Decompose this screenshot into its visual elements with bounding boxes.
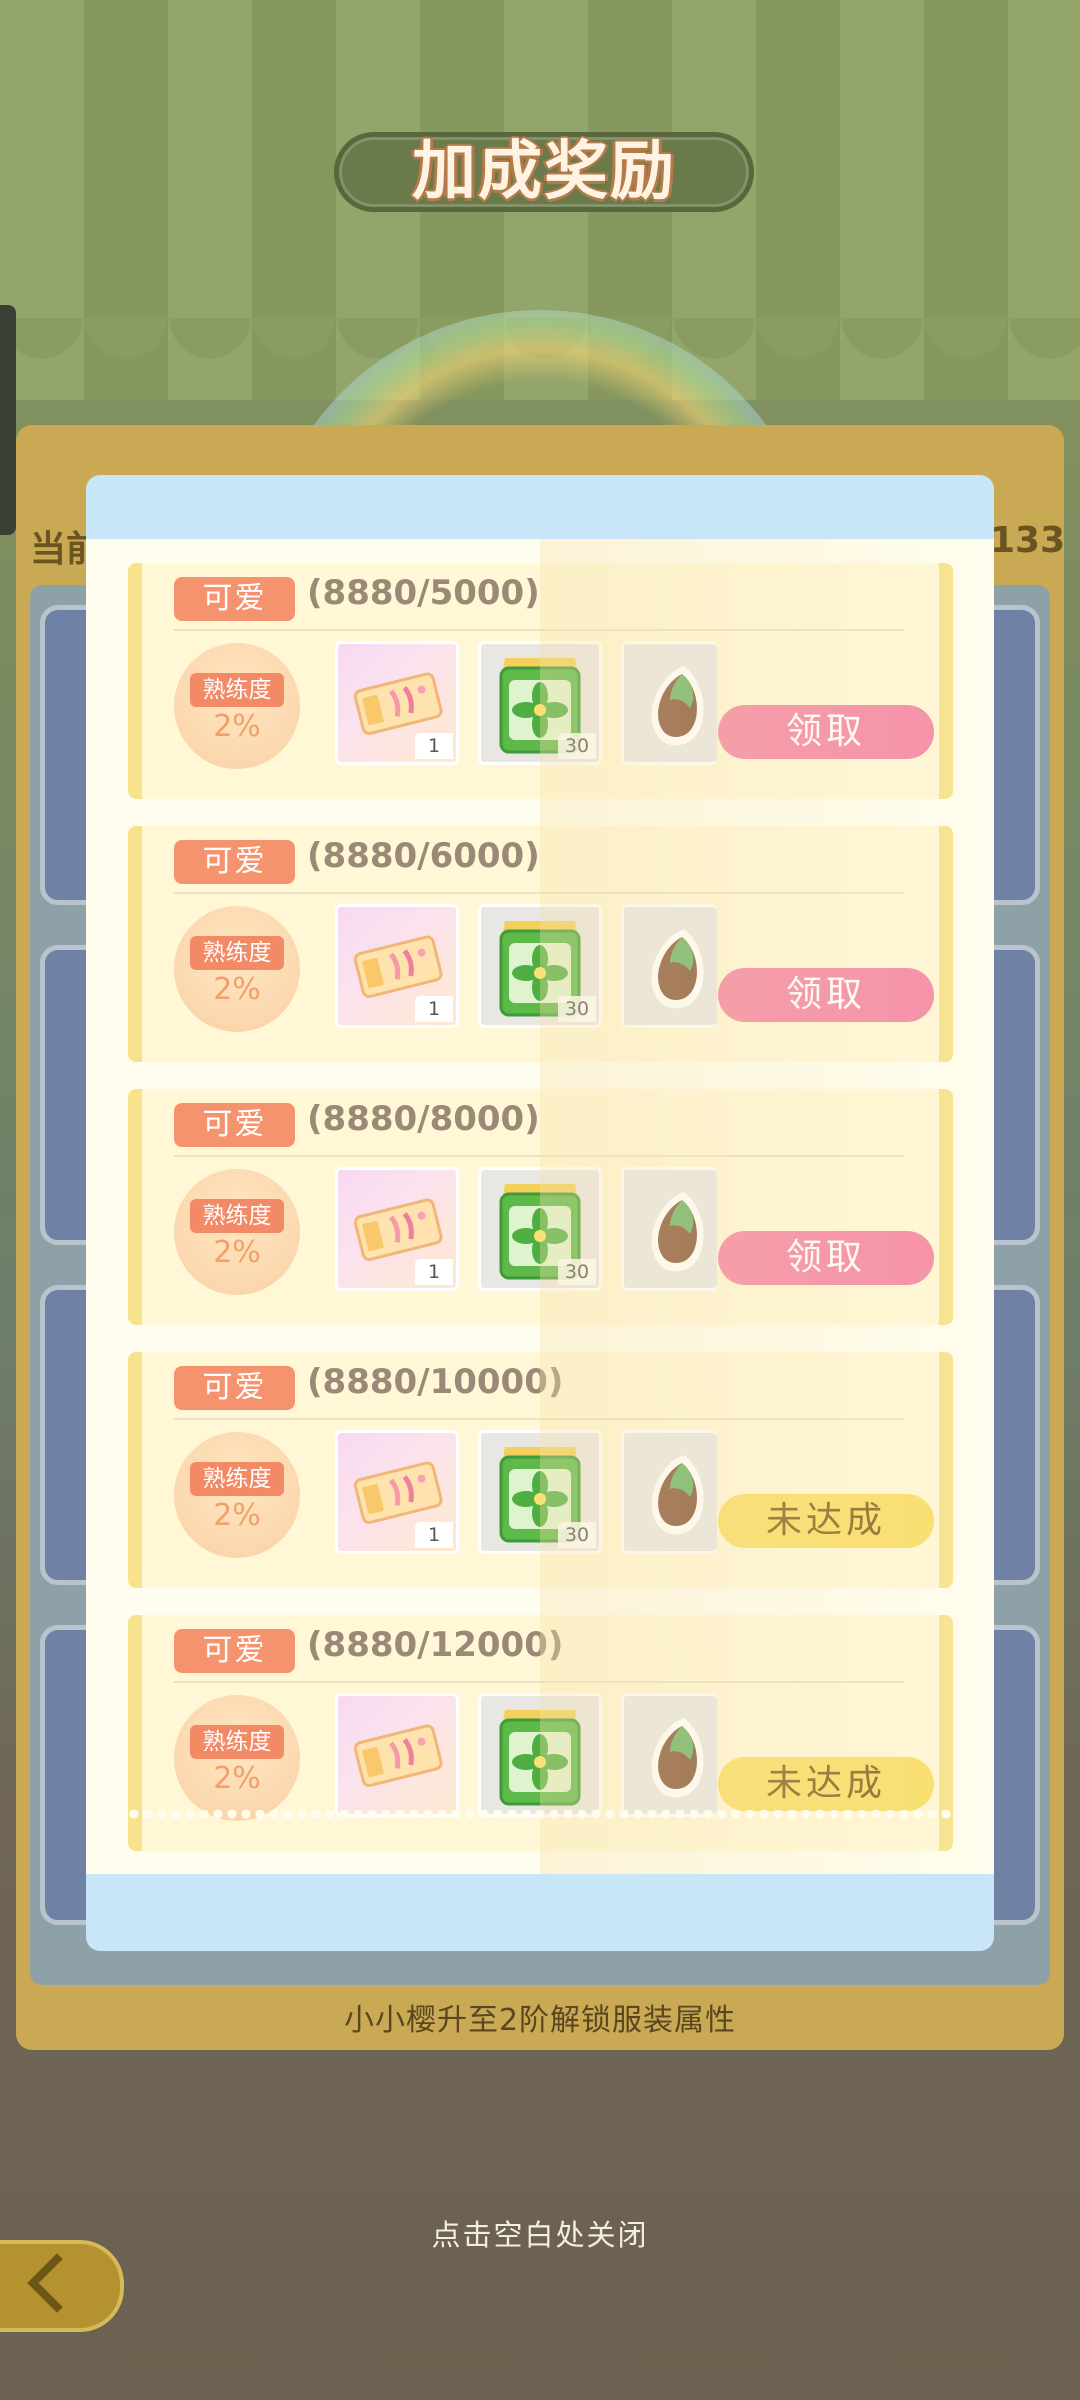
proficiency-value: 2% [213,1235,261,1270]
reward-item-sprout-seed[interactable] [621,641,717,765]
proficiency-label: 熟练度 [190,673,284,707]
item-count: 30 [558,996,596,1022]
side-drawer-handle[interactable] [0,305,16,535]
attribute-tag: 可爱 [174,840,295,884]
proficiency-label: 熟练度 [190,1462,284,1496]
sprout-seed-icon [651,666,704,746]
reward-card: 可爱 (8880/6000) 熟练度 2% 1 30 领取 [128,826,953,1062]
reward-progress: (8880/5000) [307,573,540,613]
background-right-number: 133 [990,520,1066,561]
reward-item-sprout-seed[interactable] [621,1430,717,1554]
back-arrow-icon [27,2253,87,2313]
not-achieved-button[interactable]: 未达成 [718,1757,934,1811]
modal-body: 可爱 (8880/5000) 熟练度 2% 1 30 领取 可爱 (8880/6… [86,539,994,1874]
modal-bottom-edge [86,1810,994,1820]
item-count: 1 [415,1259,453,1285]
reward-item-ticket[interactable]: 1 [335,1167,459,1291]
not-achieved-button[interactable]: 未达成 [718,1494,934,1548]
claim-button[interactable]: 领取 [718,968,934,1022]
reward-item-seed-packet[interactable]: 30 [478,1167,602,1291]
reward-item-ticket[interactable] [335,1693,459,1817]
divider [174,1681,904,1683]
proficiency-value: 2% [213,1761,261,1796]
reward-item-seed-packet[interactable]: 30 [478,1430,602,1554]
proficiency-label: 熟练度 [190,1725,284,1759]
attribute-tag: 可爱 [174,1629,295,1673]
seed-packet-icon [499,1710,581,1806]
proficiency-value: 2% [213,972,261,1007]
reward-item-sprout-seed[interactable] [621,904,717,1028]
attribute-tag: 可爱 [174,1366,295,1410]
attribute-tag: 可爱 [174,577,295,621]
reward-item-seed-packet[interactable]: 30 [478,641,602,765]
proficiency-badge: 熟练度 2% [174,1169,300,1295]
divider [174,1155,904,1157]
attribute-tag: 可爱 [174,1103,295,1147]
reward-item-sprout-seed[interactable] [621,1693,717,1817]
claim-button[interactable]: 领取 [718,1231,934,1285]
divider [174,892,904,894]
reward-list[interactable]: 可爱 (8880/5000) 熟练度 2% 1 30 领取 可爱 (8880/6… [128,563,953,1874]
item-count: 1 [415,733,453,759]
reward-progress: (8880/6000) [307,836,540,876]
proficiency-value: 2% [213,1498,261,1533]
item-count: 30 [558,733,596,759]
sprout-seed-icon [651,1455,704,1535]
item-count: 30 [558,1259,596,1285]
proficiency-badge: 熟练度 2% [174,906,300,1032]
reward-card: 可爱 (8880/5000) 熟练度 2% 1 30 领取 [128,563,953,799]
reward-item-seed-packet[interactable] [478,1693,602,1817]
reward-item-seed-packet[interactable]: 30 [478,904,602,1028]
bonus-reward-modal: 可爱 (8880/5000) 熟练度 2% 1 30 领取 可爱 (8880/6… [86,475,994,1951]
proficiency-badge: 熟练度 2% [174,643,300,769]
item-count: 1 [415,1522,453,1548]
proficiency-badge: 熟练度 2% [174,1432,300,1558]
reward-item-ticket[interactable]: 1 [335,641,459,765]
proficiency-label: 熟练度 [190,936,284,970]
reward-card: 可爱 (8880/10000) 熟练度 2% 1 30 未达成 [128,1352,953,1588]
reward-progress: (8880/10000) [307,1362,564,1402]
proficiency-label: 熟练度 [190,1199,284,1233]
reward-item-ticket[interactable]: 1 [335,904,459,1028]
divider [174,629,904,631]
reward-item-ticket[interactable]: 1 [335,1430,459,1554]
back-button[interactable] [0,2240,124,2332]
sprout-seed-icon [651,1718,704,1798]
sprout-seed-icon [651,1192,704,1272]
proficiency-badge: 熟练度 2% [174,1695,300,1821]
background-footer-text: 小小樱升至2阶解锁服装属性 [343,2003,737,2038]
item-count: 30 [558,1522,596,1548]
proficiency-value: 2% [213,709,261,744]
reward-item-sprout-seed[interactable] [621,1167,717,1291]
reward-progress: (8880/12000) [307,1625,564,1665]
item-count: 1 [415,996,453,1022]
ticket-icon [353,1724,443,1787]
close-hint: 点击空白处关闭 [431,2218,649,2252]
reward-progress: (8880/8000) [307,1099,540,1139]
reward-card: 可爱 (8880/8000) 熟练度 2% 1 30 领取 [128,1089,953,1325]
claim-button[interactable]: 领取 [718,705,934,759]
divider [174,1418,904,1420]
sprout-seed-icon [651,929,704,1009]
page-title: 加成奖励 [412,135,676,209]
